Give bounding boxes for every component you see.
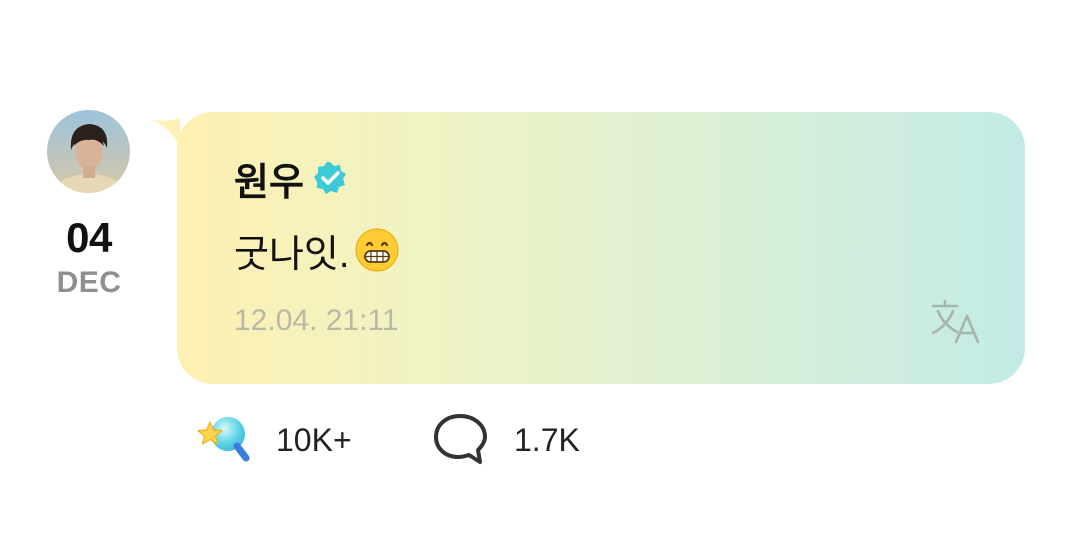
grinning-face-emoji-icon [353, 226, 401, 274]
author-row: 원우 [234, 152, 348, 204]
like-count: 10K+ [276, 421, 352, 458]
verified-badge-icon [312, 160, 348, 196]
like-button[interactable]: 10K+ [196, 410, 352, 470]
star-wand-icon [196, 410, 252, 471]
author-name[interactable]: 원우 [234, 151, 304, 206]
message-bubble[interactable]: 원우 굿나잇. 12.04. 21:11 [177, 112, 1025, 384]
comment-button[interactable]: 1.7K [430, 410, 580, 470]
message-text: 굿나잇. [234, 233, 350, 276]
date-month: DEC [56, 266, 122, 299]
message-content: 굿나잇. [234, 222, 401, 278]
speech-bubble-icon [430, 410, 490, 471]
date-day: 04 [66, 214, 112, 261]
translate-icon[interactable] [929, 298, 985, 346]
timestamp: 12.04. 21:11 [234, 304, 399, 337]
avatar[interactable] [47, 110, 130, 193]
comment-count: 1.7K [514, 421, 580, 458]
